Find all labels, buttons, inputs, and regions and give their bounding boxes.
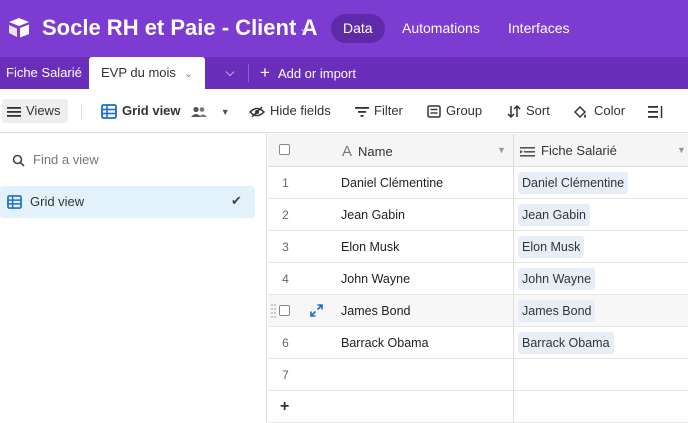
grid-view-icon [7,195,22,209]
expand-record-icon[interactable] [310,304,323,317]
row-number: 2 [282,208,289,222]
table-row[interactable]: 4 John Wayne John Wayne [268,263,688,295]
chevron-down-icon[interactable]: ⌄ [299,21,309,35]
grid-view-label: Grid view [122,103,181,118]
filter-button[interactable]: Filter [355,99,403,123]
linked-record-chip[interactable]: Elon Musk [518,236,585,258]
row-height-button[interactable] [648,99,669,123]
linked-record-chip[interactable]: James Bond [518,300,596,322]
column-header-fiche-salarie[interactable]: Fiche Salarié [520,143,617,158]
caret-down-icon[interactable]: ▼ [497,145,506,155]
name-cell[interactable]: Daniel Clémentine [341,176,443,190]
search-icon [12,154,25,167]
group-button[interactable]: Group [427,99,482,123]
group-icon [427,105,441,118]
column-label: Name [358,144,393,159]
filter-icon [355,106,369,117]
eye-hidden-icon [248,106,266,118]
base-title[interactable]: Socle RH et Paie - Client A [42,15,317,41]
views-toggle-button[interactable]: Views [2,99,69,123]
grid-header: A Name ▼ Fiche Salarié ▼ [268,134,688,167]
table-tab-evp-du-mois[interactable]: EVP du mois ⌄ [89,57,206,89]
row-number: 4 [282,272,289,286]
chevron-down-icon[interactable]: ⌄ [184,68,193,80]
name-cell[interactable]: Barrack Obama [341,336,429,350]
tab-data[interactable]: Data [331,14,385,43]
tables-dropdown-icon[interactable]: ⌵ [216,65,244,81]
row-number: 6 [282,336,289,350]
add-row-button[interactable]: + [280,398,289,416]
name-cell[interactable]: Elon Musk [341,240,399,254]
divider [81,104,82,120]
sort-button[interactable]: Sort [507,99,550,123]
linked-record-chip[interactable]: John Wayne [518,268,596,290]
text-a-icon: A [342,143,353,160]
paint-bucket-icon [573,105,587,118]
sort-icon [507,105,521,119]
row-height-icon [648,105,663,118]
sidebar-view-grid-view[interactable]: Grid view ✔ [0,186,255,218]
linked-record-chip[interactable]: Barrack Obama [518,332,614,354]
row-checkbox[interactable] [279,305,290,316]
grid-view-icon [101,104,117,119]
data-grid: A Name ▼ Fiche Salarié ▼ 1 Daniel Clément… [268,134,688,423]
linked-record-icon [520,146,535,157]
color-label: Color [594,103,626,118]
caret-down-icon: ▼ [220,107,230,117]
find-view-placeholder: Find a view [33,152,99,167]
color-button[interactable]: Color [573,99,625,123]
select-all-checkbox[interactable] [279,144,290,155]
column-header-name[interactable]: A Name [342,143,393,160]
sidebar-view-label: Grid view [30,194,85,209]
hide-fields-button[interactable]: Hide fields [248,99,331,123]
row-number: 7 [282,368,289,382]
divider [248,64,249,82]
views-sidebar: Find a view Grid view ✔ [0,134,267,423]
add-or-import-label: Add or import [277,66,356,81]
sort-label: Sort [526,103,550,118]
hide-fields-label: Hide fields [270,103,331,118]
table-row[interactable]: 3 Elon Musk Elon Musk [268,231,688,263]
table-row[interactable]: James Bond James Bond [268,295,688,327]
drag-handle-icon[interactable] [271,303,276,319]
table-tab-label: EVP du mois [101,65,176,80]
add-or-import-button[interactable]: + Add or import [260,57,356,89]
table-row[interactable]: 1 Daniel Clémentine Daniel Clémentine [268,167,688,199]
linked-record-chip[interactable]: Jean Gabin [518,204,590,226]
name-cell[interactable]: James Bond [341,304,410,318]
table-row[interactable]: 6 Barrack Obama Barrack Obama [268,327,688,359]
table-tabs-bar: Fiche Salarié EVP du mois ⌄ ⌵ + Add or imp… [0,57,688,89]
find-view-search[interactable]: Find a view [12,152,99,167]
tab-automations[interactable]: Automations [390,14,492,43]
views-label: Views [26,103,61,118]
column-label: Fiche Salarié [541,143,617,158]
tab-interfaces[interactable]: Interfaces [496,14,581,43]
grid-view-switcher[interactable]: Grid view ▼ [101,99,230,123]
table-row[interactable]: 7 [268,359,688,391]
checkmark-icon: ✔ [231,193,242,208]
view-toolbar: Views Grid view ▼ Hide fields Filter Gro… [0,89,688,133]
linked-record-chip[interactable]: Daniel Clémentine [518,172,629,194]
row-number: 3 [282,240,289,254]
group-label: Group [446,103,483,118]
add-row[interactable]: + [268,391,688,423]
table-row[interactable]: 2 Jean Gabin Jean Gabin [268,199,688,231]
app-header: Socle RH et Paie - Client A ⌄ Data Autom… [0,0,688,57]
filter-label: Filter [374,103,403,118]
table-tab-fiche-salarie[interactable]: Fiche Salarié [6,57,82,89]
caret-down-icon[interactable]: ▼ [677,145,686,155]
plus-icon: + [260,63,270,82]
name-cell[interactable]: Jean Gabin [341,208,405,222]
name-cell[interactable]: John Wayne [341,272,410,286]
column-divider [513,134,514,423]
row-number: 1 [282,176,289,190]
hamburger-icon [7,106,21,117]
collaborators-icon [191,106,208,117]
airtable-logo-icon[interactable] [7,17,31,39]
